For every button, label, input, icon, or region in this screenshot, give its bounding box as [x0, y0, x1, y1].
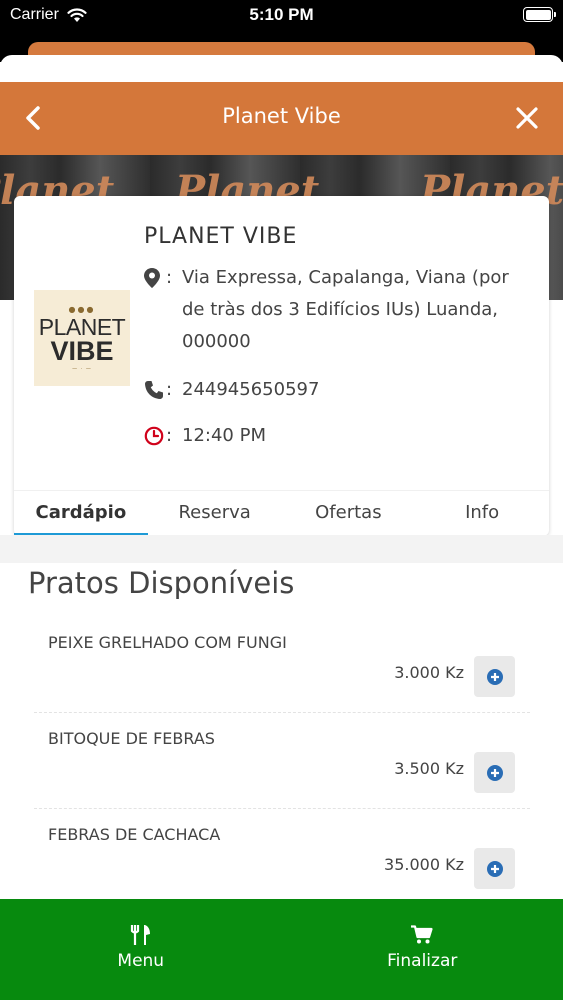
- tab-ofertas[interactable]: Ofertas: [282, 491, 416, 536]
- address-text: Via Expressa, Capalanga, Viana (por de t…: [182, 267, 509, 352]
- restaurant-sheet: Planet Vibe Planet Planet Planet ●●● PLA…: [0, 55, 563, 1000]
- dish-name: FEBRAS DE CACHACA: [48, 825, 221, 844]
- add-to-cart-button[interactable]: [474, 656, 515, 697]
- plus-circle-icon: [486, 668, 503, 685]
- tab-cardapio[interactable]: Cardápio: [14, 491, 148, 536]
- restaurant-logo: ●●● PLANET VIBE — · —: [34, 290, 130, 386]
- add-to-cart-button[interactable]: [474, 848, 515, 889]
- battery-icon: [523, 7, 556, 22]
- clock-icon: [144, 420, 166, 452]
- section-title: Pratos Disponíveis: [28, 566, 295, 600]
- divider-band: [0, 535, 563, 563]
- phone-number[interactable]: 244945650597: [182, 374, 522, 406]
- tab-info[interactable]: Info: [415, 491, 549, 536]
- clock-time: 5:10 PM: [249, 5, 314, 24]
- restaurant-info-card: ●●● PLANET VIBE — · — PLANET VIBE : Via …: [14, 196, 549, 536]
- plus-circle-icon: [486, 764, 503, 781]
- section-tabs: Cardápio Reserva Ofertas Info: [14, 490, 549, 536]
- close-icon: [516, 107, 538, 129]
- status-bar: Carrier 5:10 PM: [0, 0, 563, 32]
- cutlery-icon: [130, 925, 150, 945]
- phone-row: : 244945650597: [144, 374, 522, 406]
- dish-item: BITOQUE DE FEBRAS 3.500 Kz: [34, 713, 530, 809]
- logo-text-top: PLANET: [38, 313, 126, 340]
- dish-name: PEIXE GRELHADO COM FUNGI: [48, 633, 287, 652]
- phone-icon: [144, 374, 166, 406]
- bottom-tab-label: Finalizar: [387, 951, 458, 971]
- add-to-cart-button[interactable]: [474, 752, 515, 793]
- plus-circle-icon: [486, 860, 503, 877]
- page-title: Planet Vibe: [222, 104, 341, 128]
- dish-item: PEIXE GRELHADO COM FUNGI 3.000 Kz: [34, 617, 530, 713]
- close-button[interactable]: [511, 100, 543, 136]
- logo-ornament: — · —: [72, 365, 92, 372]
- bottom-tab-label: Menu: [117, 951, 165, 971]
- cart-icon: [411, 925, 433, 944]
- hours-text: 12:40 PM: [182, 425, 266, 446]
- separator: :: [166, 379, 173, 400]
- bottom-navigation: Menu Finalizar: [0, 899, 563, 1000]
- hours-row: : 12:40 PM: [144, 420, 522, 452]
- address-row: : Via Expressa, Capalanga, Viana (por de…: [144, 262, 522, 358]
- navigation-bar: Planet Vibe: [0, 82, 563, 155]
- dish-price: 35.000 Kz: [384, 855, 464, 874]
- map-pin-icon: [144, 262, 166, 294]
- separator: :: [166, 267, 173, 288]
- dish-price: 3.500 Kz: [394, 759, 464, 778]
- logo-text-bottom: VIBE: [50, 335, 114, 366]
- separator: :: [166, 425, 173, 446]
- logo-ornament: ●●●: [68, 304, 96, 314]
- bottom-tab-menu[interactable]: Menu: [0, 899, 282, 1000]
- tab-reserva[interactable]: Reserva: [148, 491, 282, 536]
- dish-name: BITOQUE DE FEBRAS: [48, 729, 215, 748]
- bottom-tab-checkout[interactable]: Finalizar: [282, 899, 563, 1000]
- dish-item: FEBRAS DE CACHACA 35.000 Kz: [34, 809, 530, 905]
- dish-price: 3.000 Kz: [394, 663, 464, 682]
- restaurant-name: PLANET VIBE: [144, 224, 298, 249]
